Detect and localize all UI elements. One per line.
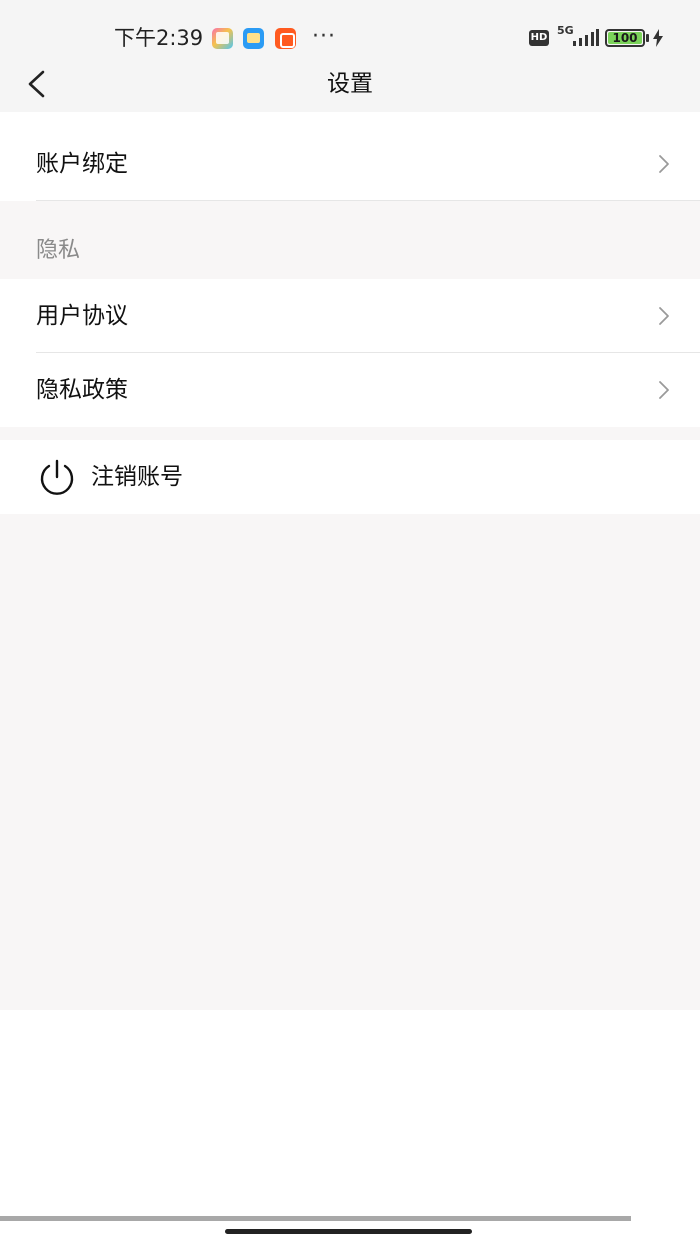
- privacy-policy-item[interactable]: 隐私政策: [0, 353, 700, 427]
- chevron-right-icon: [659, 307, 669, 325]
- gallery-app-icon: [212, 28, 233, 49]
- privacy-policy-label: 隐私政策: [36, 377, 128, 403]
- home-indicator[interactable]: [225, 1229, 472, 1234]
- page-title: 设置: [327, 71, 373, 97]
- wallet-app-icon: [243, 28, 264, 49]
- horizontal-scrollbar: [0, 1216, 631, 1221]
- more-notifications-icon: ···: [312, 24, 336, 49]
- status-time: 下午2:39: [114, 26, 204, 50]
- charging-icon: [653, 29, 663, 47]
- power-icon: [40, 459, 74, 495]
- hd-voice-icon: HD: [529, 30, 549, 46]
- user-agreement-item[interactable]: 用户协议: [0, 279, 700, 353]
- chevron-right-icon: [659, 155, 669, 173]
- signal-strength-icon: [573, 29, 599, 46]
- battery-level: 100: [608, 32, 642, 44]
- user-agreement-label: 用户协议: [36, 303, 128, 329]
- divider: [36, 200, 700, 201]
- deactivate-account-label: 注销账号: [91, 464, 183, 490]
- battery-tip: [646, 34, 649, 42]
- account-binding-label: 账户绑定: [36, 151, 128, 177]
- battery-icon: 100: [605, 29, 645, 47]
- nav-bar: 设置: [0, 60, 700, 112]
- network-type-label: 5G: [557, 24, 574, 37]
- chevron-right-icon: [659, 381, 669, 399]
- privacy-section-header: 隐私: [36, 238, 81, 263]
- account-binding-item[interactable]: 账户绑定: [0, 112, 700, 201]
- settings-content: 账户绑定 隐私 用户协议 隐私政策 注销账号: [0, 112, 700, 1010]
- settings-screen: 下午2:39 ··· HD 5G 100 设置 账户绑定 隐私 用户协议 隐私政…: [0, 0, 700, 1244]
- store-app-icon: [275, 28, 296, 49]
- status-bar: 下午2:39 ··· HD 5G 100: [0, 0, 700, 60]
- deactivate-account-item[interactable]: 注销账号: [0, 440, 700, 514]
